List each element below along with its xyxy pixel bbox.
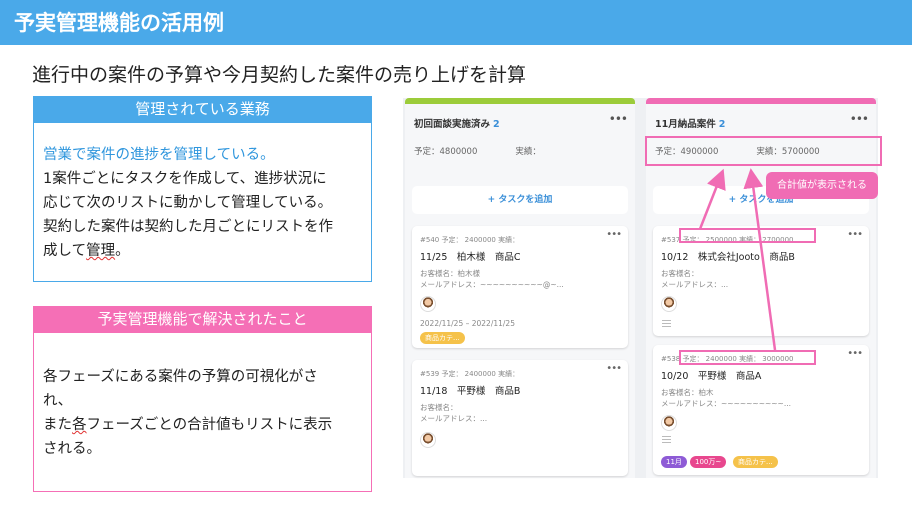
solution-line-3c: フェーズごとの合計値もリストに表示 (86, 417, 333, 433)
solution-line-3: また各フェーズごとの合計値もリストに表示 (43, 413, 363, 437)
more-icon[interactable]: ••• (609, 112, 628, 126)
column-summary: 予定：4800000 実績： (414, 145, 541, 157)
column-sum-plan: 予定：4800000 (414, 147, 478, 157)
card-meta: #540 予定： 2400000 実績： (420, 236, 520, 244)
more-icon[interactable]: ••• (606, 229, 622, 240)
task-card[interactable]: #539 予定： 2400000 実績： ••• 11/18 平野様 商品B お… (412, 360, 628, 476)
more-icon[interactable]: ••• (850, 112, 869, 126)
card-title: 11/18 平野様 商品B (420, 386, 521, 397)
card-tag: 100万~ (690, 456, 727, 468)
list-column-first-meeting[interactable]: 初回面談実施済み 2 ••• 予定：4800000 実績： + タスクを追加 #54… (405, 98, 635, 478)
list-icon (662, 320, 671, 327)
avatar-icon (661, 296, 677, 312)
page-subtitle: 進行中の案件の予算や今月契約した案件の売り上げを計算 (32, 64, 527, 86)
list-icon (662, 436, 671, 443)
card-tag: 商品カテ... (420, 332, 465, 344)
card-email: メールアドレス：~~~~~~~~~~... (661, 399, 791, 408)
page-title: 予実管理機能の活用例 (14, 11, 224, 35)
solution-line-3b: 各 (72, 417, 87, 433)
business-line-4: 契約した案件は契約した月ごとにリストを作 (43, 219, 333, 235)
solution-line-3a: また (43, 417, 72, 433)
card-title: 10/12 株式会社Jooto 商品B (661, 252, 795, 263)
task-card[interactable]: #540 予定： 2400000 実績： ••• 11/25 柏木様 商品C お… (412, 226, 628, 348)
card-customer: お客様名：柏木様 (420, 269, 480, 278)
column-count: 2 (493, 119, 500, 130)
more-icon[interactable]: ••• (847, 348, 863, 359)
card-date: 2022/11/25 – 2022/11/25 (420, 319, 515, 328)
avatar-icon (420, 296, 436, 312)
business-line-2: 1案件ごとにタスクを作成して、進捗状況に (43, 171, 327, 187)
highlight-card-value (679, 228, 816, 243)
callout-label: 合計値が表示される (766, 172, 878, 199)
card-email: メールアドレス：~~~~~~~~~~@~... (420, 280, 564, 289)
card-email: メールアドレス：... (420, 414, 488, 423)
column-title-text: 初回面談実施済み (414, 119, 491, 130)
card-customer: お客様名： (661, 269, 699, 278)
business-box: 営業で案件の進捗を管理している。 1案件ごとにタスクを作成して、進捗状況に 応じ… (33, 122, 372, 282)
business-line-5: 成して管理。 (43, 239, 363, 263)
highlight-column-total (645, 136, 882, 166)
card-customer: お客様名：柏木 (661, 388, 714, 397)
card-email: メールアドレス：... (661, 280, 729, 289)
add-task-button[interactable]: + タスクを追加 (412, 186, 628, 214)
avatar-icon (661, 415, 677, 431)
business-line-5b: 管理 (86, 243, 116, 259)
card-meta: #539 予定： 2400000 実績： (420, 370, 520, 378)
business-line-5a: 成して (43, 243, 87, 259)
business-line-3: 応じて次のリストに動かして管理している。 (43, 195, 333, 211)
column-count: 2 (718, 119, 726, 130)
title-bar: 予実管理機能の活用例 (0, 0, 912, 45)
business-line-5c: 。 (115, 243, 130, 259)
solution-line-2: れ、 (43, 393, 73, 409)
solution-box: 各フェーズにある案件の予算の可視化がさ れ、 また各フェーズごとの合計値もリスト… (33, 332, 372, 492)
business-line-1: 営業で案件の進捗を管理している。 (43, 147, 275, 163)
card-title: 10/20 平野様 商品A (661, 371, 762, 382)
business-box-heading: 管理されている業務 (33, 96, 372, 122)
card-customer: お客様名： (420, 403, 458, 412)
card-tag: 11月 (661, 456, 687, 468)
more-icon[interactable]: ••• (606, 363, 622, 374)
card-title: 11/25 柏木様 商品C (420, 252, 521, 263)
avatar-icon (420, 432, 436, 448)
column-title: 11月納品案件 2 (655, 116, 725, 130)
card-tag: 商品カテ... (733, 456, 778, 468)
solution-line-4: される。 (43, 441, 101, 457)
solution-box-heading: 予実管理機能で解決されたこと (33, 306, 372, 332)
more-icon[interactable]: ••• (847, 229, 863, 240)
solution-line-1: 各フェーズにある案件の予算の可視化がさ (43, 369, 318, 385)
column-sum-actual: 実績： (515, 147, 541, 157)
highlight-card-value (679, 350, 816, 365)
column-title: 初回面談実施済み 2 (414, 116, 500, 130)
column-title-text: 11月納品案件 (655, 119, 716, 130)
